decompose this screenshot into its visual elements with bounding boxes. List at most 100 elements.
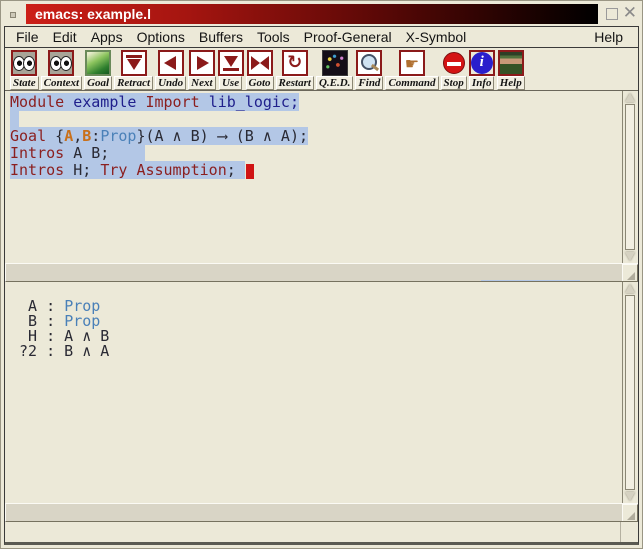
text-segment xyxy=(64,93,73,111)
text-segment: Goal xyxy=(10,127,46,145)
toolbar-command-button[interactable]: Command xyxy=(385,50,438,90)
text-segment: ; xyxy=(227,161,236,179)
window-title: emacs: example.l xyxy=(35,6,151,22)
script-modeline[interactable]: --**-XEmacs: example.l (lego XS:lego Fon… xyxy=(5,263,638,282)
toolbar-goal-button[interactable]: Goal xyxy=(84,50,112,90)
modeline-corner-icon[interactable] xyxy=(622,504,638,522)
qed-icon xyxy=(322,50,348,76)
text-segment: Intros xyxy=(10,144,64,162)
locked-region-highlight xyxy=(10,110,19,128)
toolbar-label: Retract xyxy=(114,76,153,90)
toolbar-retract-button[interactable]: Retract xyxy=(114,50,153,90)
goal-icon xyxy=(85,50,111,76)
toolbar-label: Info xyxy=(469,76,495,90)
maximize-icon[interactable] xyxy=(606,8,618,20)
script-line: Intros H; Try Assumption; xyxy=(10,162,622,179)
goals-scrollbar[interactable] xyxy=(622,282,638,503)
text-segment: , xyxy=(73,127,82,145)
resize-grip[interactable] xyxy=(620,522,638,542)
text-segment: H; xyxy=(64,161,100,179)
toolbar-use-button[interactable]: Use xyxy=(218,50,244,90)
scrollbar-thumb[interactable] xyxy=(625,104,635,250)
menu-tools[interactable]: Tools xyxy=(257,29,290,45)
toolbar-undo-button[interactable]: Undo xyxy=(155,50,186,90)
titlebar-bar[interactable]: emacs: example.l xyxy=(26,4,598,24)
menu-buffers[interactable]: Buffers xyxy=(199,29,243,45)
menu-apps[interactable]: Apps xyxy=(91,29,123,45)
text-segment: Intros xyxy=(10,161,64,179)
toolbar-state-button[interactable]: State xyxy=(10,50,39,90)
modeline-corner-icon[interactable] xyxy=(622,264,638,282)
text-segment: { xyxy=(46,127,64,145)
scroll-down-icon[interactable] xyxy=(625,492,635,501)
toolbar-restart-button[interactable]: Restart xyxy=(276,50,314,90)
toolbar-label: Help xyxy=(497,76,525,90)
text-segment: }(A ∧ B) ⟶ (B ∧ A); xyxy=(136,127,308,145)
text-cursor xyxy=(246,164,254,179)
script-line: Intros A B; xyxy=(10,145,622,162)
info-icon xyxy=(469,50,495,76)
text-segment: Import xyxy=(145,93,199,111)
minibuffer[interactable] xyxy=(5,522,638,542)
toolbar-context-button[interactable]: Context xyxy=(41,50,82,90)
retract-icon xyxy=(121,50,147,76)
scrollbar-thumb[interactable] xyxy=(625,295,635,490)
text-segment: Module xyxy=(10,93,64,111)
goals-text: A : Prop B : Prop H : A ∧ B ?2 : B ∧ A xyxy=(5,282,622,503)
goto-icon xyxy=(247,50,273,76)
toolbar-stop-button[interactable]: Stop xyxy=(441,50,467,90)
goals-modeline[interactable]: -----XEmacs: *lego-goals* (LEGOGoals)---… xyxy=(5,503,638,522)
toolbar-label: Find xyxy=(355,76,383,90)
goals-buffer[interactable]: A : Prop B : Prop H : A ∧ B ?2 : B ∧ A xyxy=(5,282,638,503)
close-icon[interactable] xyxy=(623,3,637,23)
script-line: Module example Import lib_logic; xyxy=(10,94,622,111)
script-buffer[interactable]: Module example Import lib_logic; Goal {A… xyxy=(5,91,638,263)
menu-file[interactable]: File xyxy=(16,29,39,45)
titlebar: emacs: example.l xyxy=(3,3,640,25)
toolbar-goto-button[interactable]: Goto xyxy=(246,50,274,90)
toolbar: StateContextGoalRetractUndoNextUseGotoRe… xyxy=(5,48,638,91)
toolbar-label: Context xyxy=(41,76,82,90)
xemacs-window: emacs: example.l File Edit Apps Options Buff… xyxy=(0,0,643,549)
toolbar-label: Undo xyxy=(155,76,186,90)
find-icon xyxy=(356,50,382,76)
toolbar-find-button[interactable]: Find xyxy=(355,50,383,90)
menu-edit[interactable]: Edit xyxy=(53,29,77,45)
text-segment: A xyxy=(64,127,73,145)
use-icon xyxy=(218,50,244,76)
locked-region-highlight: Intros H; Try Assumption; xyxy=(10,161,245,179)
locked-region-highlight: Module example Import lib_logic; xyxy=(10,93,299,111)
scroll-up-icon[interactable] xyxy=(625,284,635,293)
help-icon xyxy=(498,50,524,76)
text-segment xyxy=(200,93,209,111)
locked-region-highlight: Goal {A,B:Prop}(A ∧ B) ⟶ (B ∧ A); xyxy=(10,127,308,145)
menu-proof-general[interactable]: Proof-General xyxy=(304,29,392,45)
menu-x-symbol[interactable]: X-Symbol xyxy=(406,29,467,45)
toolbar-info-button[interactable]: Info xyxy=(469,50,495,90)
menubar-items: File Edit Apps Options Buffers Tools Proof-Gen… xyxy=(9,29,473,45)
menu-help[interactable]: Help xyxy=(594,29,623,45)
toolbar-next-button[interactable]: Next xyxy=(188,50,215,90)
window-menu-button[interactable] xyxy=(10,12,16,18)
text-segment: Try xyxy=(100,161,127,179)
text-segment xyxy=(10,110,19,128)
toolbar-label: Command xyxy=(385,76,438,90)
menu-options[interactable]: Options xyxy=(137,29,185,45)
stop-icon xyxy=(441,50,467,76)
command-icon xyxy=(399,50,425,76)
toolbar-label: Stop xyxy=(441,76,467,90)
eyes-icon xyxy=(48,50,74,76)
toolbar-qed-button[interactable]: Q.E.D. xyxy=(316,50,353,90)
text-segment: lib_logic; xyxy=(209,93,299,111)
scroll-up-icon[interactable] xyxy=(625,93,635,102)
scroll-down-icon[interactable] xyxy=(625,252,635,261)
toolbar-label: Goal xyxy=(84,76,112,90)
toolbar-label: Q.E.D. xyxy=(316,76,353,90)
eyes-icon xyxy=(11,50,37,76)
script-scrollbar[interactable] xyxy=(622,91,638,263)
text-segment: example xyxy=(73,93,136,111)
undo-icon xyxy=(158,50,184,76)
toolbar-help-button[interactable]: Help xyxy=(497,50,525,90)
menubar: File Edit Apps Options Buffers Tools Proof-Gen… xyxy=(5,27,638,48)
text-segment: Prop xyxy=(100,127,136,145)
